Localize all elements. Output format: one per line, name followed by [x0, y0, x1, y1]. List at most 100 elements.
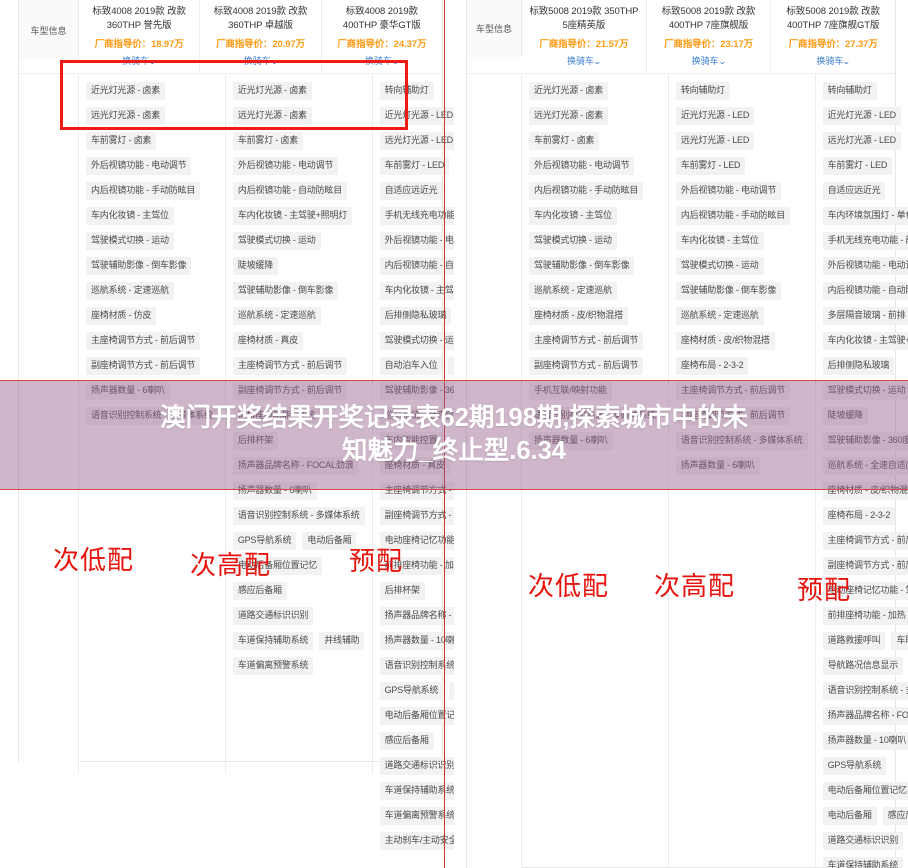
- feature-chip: 车内化妆镜 - 主驾驶+照明灯: [822, 331, 908, 350]
- change-car-label: 换骑车: [243, 55, 271, 66]
- msrp-price: 厂商指导价：21.57万: [539, 38, 629, 50]
- feature-chip: 内后视镜功能 - 自动防眩目: [379, 256, 454, 275]
- watermark-overlay: 澳门开奖结果开奖记录表62期198期,探索城市中的未 知魅力_终止型.6.34: [0, 380, 908, 490]
- feature-chip: 外后视镜功能 - 电动调节: [675, 181, 782, 200]
- feature-chip: 语音识别控制系统 - 多媒体系统: [822, 681, 908, 700]
- feature-chip: 车道保持辅助系统: [379, 781, 454, 800]
- change-car-link[interactable]: 换骑车⌄: [206, 54, 314, 67]
- feature-chip: 车前雾灯 - 卤素: [86, 131, 157, 150]
- feature-chip: 多层隔音玻璃 - 前排: [822, 306, 908, 325]
- model-title: 标致5008 2019款 350THP 5座精英版: [529, 6, 639, 31]
- feature-chip: 导航路况信息显示: [822, 656, 904, 675]
- feature-chip: 车内化妆镜 - 主驾位: [529, 206, 617, 225]
- change-car-link[interactable]: 换骑车⌄: [653, 54, 765, 67]
- feature-chip: 语音识别控制系统 - 多媒体系统: [379, 656, 454, 675]
- feature-chip: 近光灯光源 - LED: [822, 106, 901, 125]
- msrp-price: 厂商指导价：18.97万: [94, 38, 184, 50]
- feature-chip: 电动后备厢位置记忆: [379, 706, 454, 725]
- feature-chip: 车联网: [891, 631, 908, 650]
- msrp-price: 厂商指导价：20.97万: [215, 38, 306, 50]
- chevron-down-icon: ⌄: [390, 56, 400, 66]
- trim-label-high: 预配: [797, 576, 852, 606]
- feature-chip: 电动后备厢位置记忆: [822, 781, 908, 800]
- change-car-link[interactable]: 换骑车⌄: [528, 54, 640, 67]
- feature-chip: 内后视镜功能 - 自动防眩目: [822, 281, 908, 300]
- feature-chip: 外后视镜功能 - 电动调节: [86, 156, 192, 175]
- feature-chip: 扬声器品牌名称 - FOCAL劲浪: [822, 706, 908, 725]
- header-cell-col3: 标致5008 2019款 改款 400THP 7座旗舰GT版 厂商指导价：27.…: [771, 0, 895, 73]
- feature-chip: 远光灯光源 - 卤素: [529, 106, 608, 125]
- feature-chip: 转向辅助灯: [675, 81, 730, 100]
- feature-chip: 车前雾灯 - 卤素: [232, 131, 304, 150]
- feature-chip: 主座椅调节方式 - 前后调节: [822, 531, 908, 550]
- feature-chip: 座椅布局 - 2-3-2: [822, 506, 896, 525]
- feature-chip: 近光灯光源 - 卤素: [232, 81, 312, 100]
- feature-chip: 车前雾灯 - LED: [822, 156, 893, 175]
- row-label-vehicle-info: 车型信息: [467, 0, 522, 57]
- change-car-label: 换骑车: [566, 55, 594, 66]
- feature-chip: 近光灯光源 - LED: [675, 106, 755, 125]
- chevron-down-icon: ⌄: [842, 56, 852, 66]
- feature-chip: 驾驶辅助影像 - 倒车影像: [232, 281, 339, 300]
- model-title: 标致4008 2019款 改款 360THP 卓越版: [213, 6, 308, 31]
- feature-chip: 副座椅调节方式 - 前后调节: [529, 356, 644, 375]
- feature-chip: 外后视镜功能 - 电动调节: [822, 256, 908, 275]
- header-cell-col2: 标致4008 2019款 改款 360THP 卓越版 厂商指导价：20.97万 …: [200, 0, 322, 73]
- feature-chip: 车内环境氛围灯 - 单色: [822, 206, 908, 225]
- feature-chip: 自适应远近光: [379, 181, 443, 200]
- change-car-link[interactable]: 换骑车⌄: [85, 54, 193, 67]
- feature-chip: 并线辅助: [319, 631, 365, 650]
- feature-chip: 座椅材质 - 真皮: [232, 331, 304, 350]
- feature-chip: 车内化妆镜 - 主驾位: [86, 206, 174, 225]
- chevron-down-icon: ⌄: [269, 56, 279, 66]
- feature-chip: 感应后备厢: [232, 581, 287, 600]
- feature-chip: 外后视镜功能 - 电动调节: [529, 156, 635, 175]
- feature-chip: 扬声器数量 - 10喇叭: [822, 731, 908, 750]
- feature-chip: 车道偏离预警系统: [379, 806, 454, 825]
- feature-chip: 驾驶模式切换 - 运动: [675, 256, 764, 275]
- feature-chip: 驾驶辅助影像 - 倒车影像: [86, 256, 192, 275]
- change-car-link[interactable]: 换骑车⌄: [328, 54, 436, 67]
- feature-chip: 近光灯光源 - 卤素: [86, 81, 165, 100]
- feature-chip: 内后视镜功能 - 手动防眩目: [675, 206, 791, 225]
- feature-chip: 副座椅调节方式 - 前后调节: [379, 506, 454, 525]
- model-title: 标致5008 2019款 改款 400THP 7座旗舰版: [661, 6, 756, 31]
- feature-chip: 主座椅调节方式 - 前后调节: [232, 356, 348, 375]
- feature-chip: 车内化妆镜 - 主驾驶+照明灯: [232, 206, 353, 225]
- msrp-price: 厂商指导价：27.37万: [788, 38, 878, 50]
- feature-chip: 车内化妆镜 - 主驾位: [675, 231, 764, 250]
- feature-chip: 巡航系统 - 定速巡航: [86, 281, 174, 300]
- feature-chip: 车前雾灯 - LED: [675, 156, 746, 175]
- chevron-down-icon: ⌄: [592, 56, 602, 66]
- feature-chip: 近光灯光源 - 卤素: [529, 81, 608, 100]
- feature-chip: 陡坡缓降: [232, 256, 279, 275]
- feature-chip: 远光灯光源 - LED: [822, 131, 901, 150]
- feature-chip: 感应后备厢: [379, 731, 434, 750]
- change-car-label: 换骑车: [364, 55, 392, 66]
- feature-chip: 道路交通标识识别: [379, 756, 454, 775]
- feature-chip: 驾驶模式切换 - 运动: [86, 231, 174, 250]
- change-car-label: 换骑车: [691, 55, 719, 66]
- feature-chip: 手机无线充电功能 - 前排: [379, 206, 454, 225]
- feature-chip: 车道偏离预警系统: [232, 656, 314, 675]
- feature-chip: 内后视镜功能 - 手动防眩目: [86, 181, 201, 200]
- feature-chip: 内后视镜功能 - 自动防眩目: [232, 181, 348, 200]
- feature-chip: 转向辅助灯: [822, 81, 877, 100]
- chevron-down-icon: ⌄: [717, 56, 727, 66]
- header-cell-col3: 标致4008 2019款 400THP 豪华GT版 厂商指导价：24.37万 换…: [322, 0, 442, 73]
- change-car-link[interactable]: 换骑车⌄: [777, 54, 889, 67]
- feature-chip: 座椅布局 - 2-3-2: [675, 356, 749, 375]
- feature-chip: 道路交通标识识别: [232, 606, 314, 625]
- feature-chip: 扬声器数量 - 10喇叭: [379, 631, 454, 650]
- trim-label-mid: 次高配: [190, 551, 272, 581]
- screenshot-root: 车型信息 标致4008 2019款 改款 360THP 誉先版 厂商指导价：18…: [0, 0, 908, 868]
- feature-chip: 车内化妆镜 - 主驾驶+照明灯: [379, 281, 454, 300]
- watermark-line-1: 澳门开奖结果开奖记录表62期198期,探索城市中的未: [160, 404, 748, 433]
- feature-chip: 驾驶模式切换 - 运动: [379, 331, 454, 350]
- feature-chip: 电动后备厢: [822, 806, 877, 825]
- feature-chip: 道路救援呼叫: [822, 631, 886, 650]
- feature-chip: 远光灯光源 - LED: [675, 131, 755, 150]
- feature-chip: 内后视镜功能 - 手动防眩目: [529, 181, 644, 200]
- feature-chip: 前排座椅功能 - 加热: [822, 606, 908, 625]
- feature-chip: 驾驶辅助影像 - 倒车影像: [529, 256, 635, 275]
